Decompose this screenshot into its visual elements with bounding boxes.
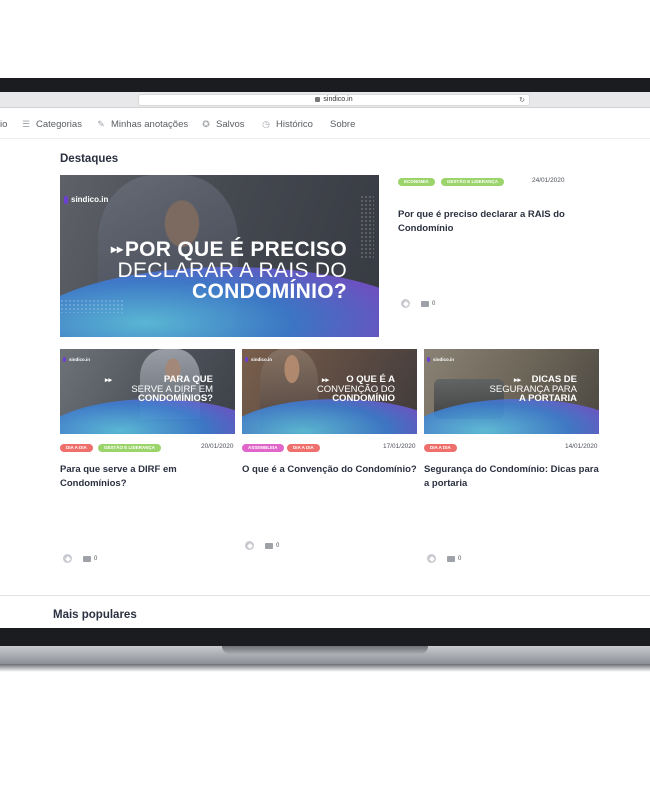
nav-label: Sobre [330, 119, 356, 130]
nav-label: Salvos [216, 119, 245, 130]
comment-count: 0 [94, 556, 98, 562]
comment-icon[interactable] [265, 543, 273, 549]
tag-badge[interactable]: GESTÃO E LIDERANÇA [441, 178, 505, 186]
featured-title[interactable]: Por que é preciso declarar a RAIS do Con… [398, 208, 598, 236]
laptop-notch [222, 646, 428, 654]
card-title[interactable]: Segurança do Condomínio: Dicas para a po… [424, 463, 604, 491]
nav-item-historico[interactable]: ◷ Histórico [261, 119, 313, 130]
tag-badge[interactable]: DIA A DIA [287, 444, 320, 452]
brand-logo: sindico.in [427, 357, 454, 362]
tag-badge[interactable]: DIA A DIA [60, 444, 93, 452]
comment-count: 0 [458, 556, 462, 562]
section-divider [0, 595, 650, 596]
tag-badge[interactable]: ASSEMBLEIA [242, 444, 284, 452]
card-image-title: PARA QUE SERVE A DIRF EM CONDOMÍNIOS? [131, 374, 213, 405]
post-date: 14/01/2020 [565, 443, 598, 450]
nav-item-minhas-anotacoes[interactable]: ✎ Minhas anotações [96, 119, 188, 130]
section-title-destaques: Destaques [60, 153, 119, 165]
featured-image[interactable]: sindico.in ▸▸ POR QUE É PRECISO DECLARAR… [60, 175, 379, 337]
top-navigation: io ☰ Categorias ✎ Minhas anotações ✪ Salvos… [0, 109, 650, 139]
nav-label: Minhas anotações [111, 119, 189, 130]
laptop-shadow [0, 664, 650, 672]
tag-badge[interactable]: ECONOMIA [398, 178, 435, 186]
card-image-title: DICAS DE SEGURANÇA PARA A PORTARIA [489, 374, 577, 405]
laptop-screen: sindico.in ↻ io ☰ Categorias ✎ Minhas anot… [0, 92, 650, 632]
star-icon: ✪ [202, 119, 210, 129]
brand-logo: sindico.in [245, 357, 272, 362]
nav-item-sobre[interactable]: Sobre [330, 119, 355, 130]
brand-logo: sindico.in [64, 195, 108, 204]
list-icon: ☰ [21, 119, 31, 129]
save-star-icon[interactable] [427, 554, 436, 563]
brand-logo: sindico.in [63, 357, 90, 362]
tag-badge[interactable]: DIA A DIA [424, 444, 457, 452]
nav-item-salvos[interactable]: ✪ Salvos [201, 119, 245, 130]
tag-badge[interactable]: GESTÃO E LIDERANÇA [98, 444, 162, 452]
comment-icon[interactable] [83, 556, 91, 562]
nav-label: Histórico [276, 119, 313, 130]
nav-label: Categorias [36, 119, 82, 130]
save-star-icon[interactable] [245, 541, 254, 550]
card-image[interactable]: sindico.in ▸▸ DICAS DE SEGURANÇA PARA A PO… [424, 349, 599, 434]
nav-label: io [0, 119, 8, 130]
post-date: 17/01/2020 [383, 443, 416, 450]
address-text: sindico.in [139, 96, 529, 103]
featured-image-title: POR QUE É PRECISO DECLARAR A RAIS DO CON… [117, 238, 347, 303]
comment-count: 0 [276, 543, 280, 549]
browser-toolbar: sindico.in ↻ [0, 92, 650, 108]
history-icon: ◷ [262, 119, 270, 129]
dot-pattern [60, 299, 124, 313]
laptop-bezel-bottom [0, 628, 650, 646]
comment-count: 0 [432, 301, 436, 307]
laptop-bezel-top [0, 78, 650, 92]
comment-icon[interactable] [421, 301, 429, 307]
section-title-mais-populares: Mais populares [53, 609, 137, 621]
card-image[interactable]: sindico.in ▸▸ PARA QUE SERVE A DIRF EM CON… [60, 349, 235, 434]
reload-icon[interactable]: ↻ [519, 96, 525, 104]
comment-icon[interactable] [447, 556, 455, 562]
double-chevron-icon: ▸▸ [105, 377, 113, 384]
post-date: 24/01/2020 [532, 177, 565, 184]
url-label: sindico.in [323, 96, 353, 103]
card-image-title: O QUE É A CONVENÇÃO DO CONDOMÍNIO [316, 374, 395, 405]
nav-item-inicio[interactable]: io [0, 119, 7, 130]
card-image[interactable]: sindico.in ▸▸ O QUE É A CONVENÇÃO DO CONDO… [242, 349, 417, 434]
card-title[interactable]: Para que serve a DIRF em Condomínios? [60, 463, 235, 491]
address-bar[interactable]: sindico.in ↻ [138, 94, 530, 106]
pin-icon: ✎ [97, 119, 105, 129]
card-title[interactable]: O que é a Convenção do Condomínio? [242, 463, 422, 477]
save-star-icon[interactable] [401, 299, 410, 308]
dot-pattern [360, 195, 374, 259]
nav-item-categorias[interactable]: ☰ Categorias [21, 119, 82, 130]
save-star-icon[interactable] [63, 554, 72, 563]
lock-icon [315, 96, 321, 102]
post-date: 20/01/2020 [201, 443, 234, 450]
